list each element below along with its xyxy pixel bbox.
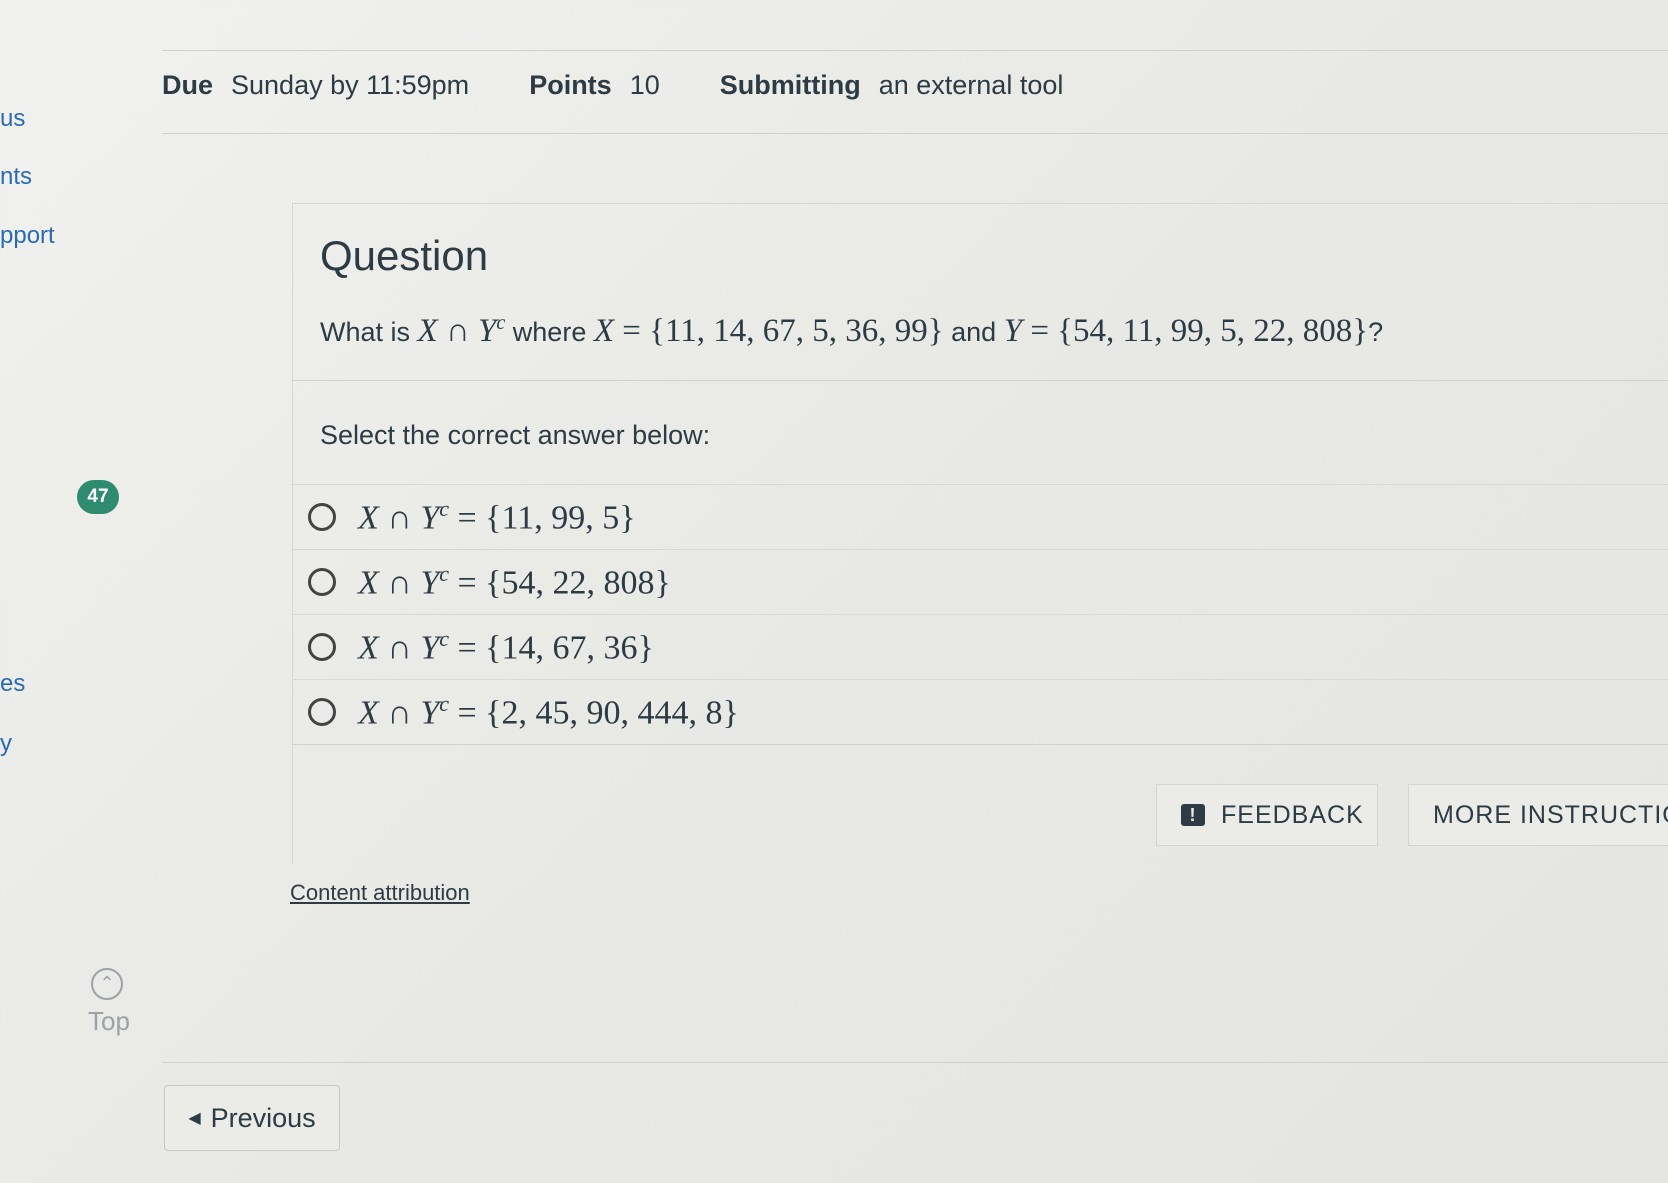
due-value: Sunday by 11:59pm <box>231 70 470 100</box>
option-lhs: X ∩ Y <box>358 629 440 667</box>
prompt-divider <box>292 380 1668 381</box>
due-label: Due <box>162 70 214 100</box>
set-y-values: = {54, 11, 99, 5, 22, 808} <box>1030 313 1369 349</box>
question-title: Question <box>320 232 489 279</box>
prompt-where-text: where <box>512 317 587 347</box>
set-x-variable: X <box>593 313 615 349</box>
question-prompt: What is X ∩ Yc where X = {11, 14, 67, 5,… <box>320 312 1383 350</box>
header-divider-bottom <box>162 133 1668 134</box>
submitting-label: Submitting <box>719 70 861 100</box>
nav-link-1[interactable]: us <box>0 105 25 133</box>
radio-button[interactable] <box>308 633 336 661</box>
chevron-up-icon[interactable]: ⌃ <box>91 968 123 1000</box>
nav-link-2[interactable]: nts <box>0 163 32 191</box>
footer-divider <box>162 1062 1668 1063</box>
feedback-icon: ! <box>1181 804 1205 826</box>
assignment-meta: Due Sunday by 11:59pm Points 10 Submitti… <box>162 70 1123 101</box>
option-sup: c <box>439 561 449 587</box>
previous-button[interactable]: ◀ Previous <box>164 1085 340 1151</box>
option-sup: c <box>439 496 449 522</box>
more-instructions-label: MORE INSTRUCTIO <box>1433 800 1668 829</box>
more-instructions-button[interactable]: MORE INSTRUCTIO <box>1408 784 1668 846</box>
option-rhs: = {2, 45, 90, 444, 8} <box>457 694 739 732</box>
option-lhs: X ∩ Y <box>358 694 440 732</box>
previous-label: Previous <box>210 1102 316 1133</box>
answer-option-1[interactable]: X ∩ Yc = {11, 99, 5} <box>292 484 1668 549</box>
nav-link-4[interactable]: es <box>0 670 25 698</box>
prompt-and: and <box>951 317 997 347</box>
header-divider-top <box>162 50 1668 51</box>
answer-option-4[interactable]: X ∩ Yc = {2, 45, 90, 444, 8} <box>292 679 1668 744</box>
option-lhs: X ∩ Y <box>358 564 440 602</box>
option-lhs: X ∩ Y <box>358 499 440 537</box>
radio-button[interactable] <box>308 503 336 531</box>
caret-left-icon: ◀ <box>188 1110 201 1127</box>
answer-option-3[interactable]: X ∩ Yc = {14, 67, 36} <box>292 614 1668 679</box>
content-attribution-link[interactable]: Content attribution <box>290 880 470 906</box>
feedback-label: FEEDBACK <box>1221 800 1364 829</box>
prompt-question-mark: ? <box>1368 317 1384 347</box>
submitting-value: an external tool <box>878 70 1064 100</box>
set-y-variable: Y <box>1003 313 1023 349</box>
nav-link-5[interactable]: y <box>0 730 12 758</box>
option-rhs: = {14, 67, 36} <box>457 629 654 667</box>
prompt-expression: X ∩ Y <box>417 313 497 349</box>
options-divider-bottom <box>292 744 1668 745</box>
select-instructions: Select the correct answer below: <box>320 420 711 450</box>
radio-button[interactable] <box>308 698 336 726</box>
set-x-values: = {11, 14, 67, 5, 36, 99} <box>622 313 944 349</box>
points-label: Points <box>529 70 612 100</box>
option-sup: c <box>439 691 449 717</box>
option-sup: c <box>439 626 449 652</box>
prompt-prefix: What is <box>320 317 411 347</box>
nav-link-3[interactable]: pport <box>0 222 55 250</box>
option-rhs: = {11, 99, 5} <box>457 499 636 537</box>
points-value: 10 <box>629 70 660 100</box>
top-link-label[interactable]: Top <box>88 1006 130 1037</box>
radio-button[interactable] <box>308 568 336 596</box>
answer-option-2[interactable]: X ∩ Yc = {54, 22, 808} <box>292 549 1668 614</box>
prompt-complement: c <box>496 312 506 334</box>
option-rhs: = {54, 22, 808} <box>457 564 671 602</box>
feedback-button[interactable]: ! FEEDBACK <box>1156 784 1378 846</box>
unread-count-badge: 47 <box>77 480 119 514</box>
